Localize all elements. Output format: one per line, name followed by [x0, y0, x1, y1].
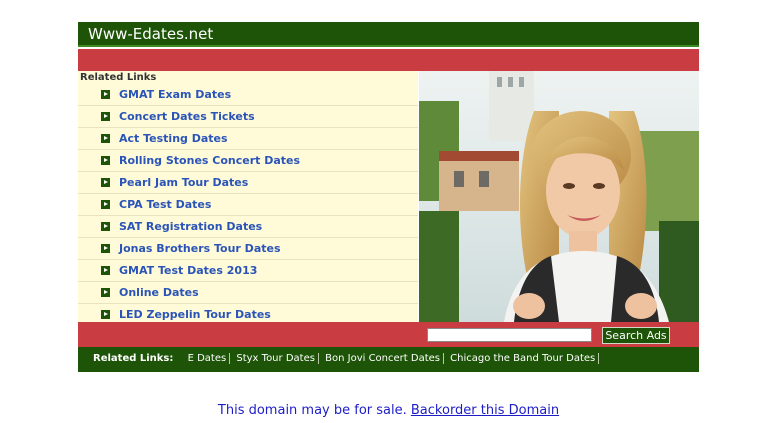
related-link[interactable]: Online Dates	[78, 282, 418, 304]
related-links-title: Related Links	[80, 72, 157, 83]
bullet-arrow-icon	[101, 222, 110, 231]
bullet-arrow-icon	[101, 288, 110, 297]
related-link[interactable]: Rolling Stones Concert Dates	[78, 150, 418, 172]
footer-related-links: Related Links: E Dates Styx Tour Dates B…	[78, 347, 699, 372]
related-links-panel: Related Links GMAT Exam Dates Concert Da…	[78, 71, 418, 326]
footer-related-title: Related Links:	[93, 353, 174, 364]
top-red-bar	[78, 49, 699, 71]
bullet-arrow-icon	[101, 112, 110, 121]
bullet-arrow-icon	[101, 244, 110, 253]
site-header: Www-Edates.net	[78, 22, 699, 47]
site-title: Www-Edates.net	[88, 25, 214, 43]
footer-link[interactable]: Styx Tour Dates	[233, 353, 319, 364]
page-frame: Www-Edates.net Related Links GMAT Exam D…	[78, 22, 699, 372]
related-link[interactable]: Jonas Brothers Tour Dates	[78, 238, 418, 260]
domain-sale-notice: This domain may be for sale. Backorder t…	[0, 403, 777, 418]
footer-link[interactable]: Bon Jovi Concert Dates	[322, 353, 444, 364]
hero-photo	[419, 71, 699, 322]
bullet-arrow-icon	[101, 266, 110, 275]
bullet-arrow-icon	[101, 178, 110, 187]
related-link[interactable]: SAT Registration Dates	[78, 216, 418, 238]
backorder-domain-link[interactable]: Backorder this Domain	[411, 403, 559, 418]
related-link[interactable]: Concert Dates Tickets	[78, 106, 418, 128]
footer-link[interactable]: E Dates	[184, 353, 231, 364]
related-link[interactable]: GMAT Test Dates 2013	[78, 260, 418, 282]
woman-with-backpack-illustration	[419, 71, 699, 322]
sale-text: This domain may be for sale.	[217, 403, 407, 418]
search-input[interactable]	[427, 328, 592, 342]
footer-link[interactable]: Chicago the Band Tour Dates	[447, 353, 600, 364]
related-link[interactable]: CPA Test Dates	[78, 194, 418, 216]
search-bar: Search Ads	[78, 322, 699, 347]
related-link[interactable]: Pearl Jam Tour Dates	[78, 172, 418, 194]
bullet-arrow-icon	[101, 90, 110, 99]
related-link[interactable]: GMAT Exam Dates	[78, 84, 418, 106]
related-link[interactable]: Act Testing Dates	[78, 128, 418, 150]
bullet-arrow-icon	[101, 200, 110, 209]
bullet-arrow-icon	[101, 134, 110, 143]
search-ads-button[interactable]: Search Ads	[602, 327, 670, 344]
bullet-arrow-icon	[101, 156, 110, 165]
bullet-arrow-icon	[101, 310, 110, 319]
content-area: Related Links GMAT Exam Dates Concert Da…	[78, 71, 699, 326]
